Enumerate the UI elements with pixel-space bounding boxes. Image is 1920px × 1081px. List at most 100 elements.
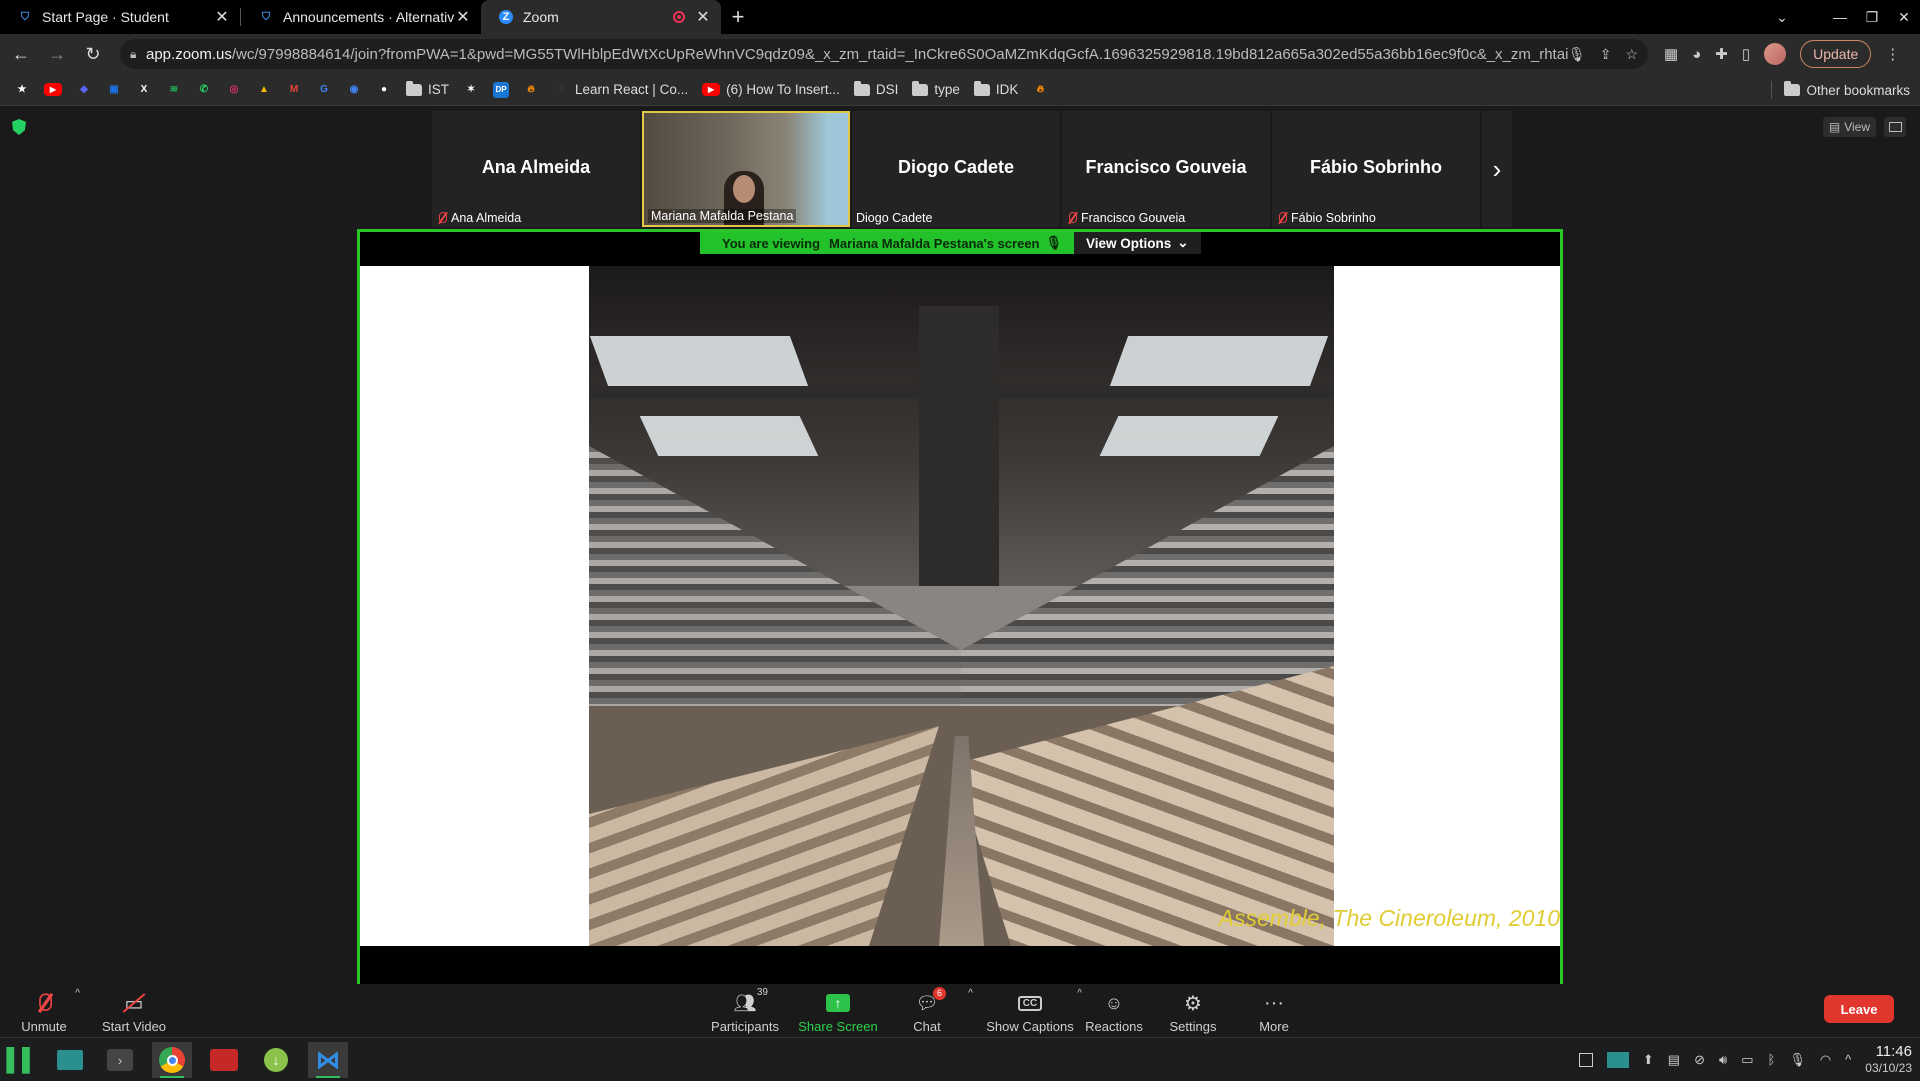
- close-window-icon[interactable]: ✕: [1888, 0, 1920, 34]
- side-panel-icon[interactable]: ▯: [1742, 45, 1750, 63]
- back-icon[interactable]: ←: [6, 39, 36, 69]
- microphone-icon[interactable]: 🎙︎: [1568, 46, 1586, 63]
- extension-icon[interactable]: ◕: [1692, 46, 1701, 63]
- tab-start-page[interactable]: ⛉ Start Page · Student ✕: [0, 0, 240, 34]
- bookmark-item[interactable]: X: [136, 82, 152, 98]
- bluetooth-icon[interactable]: ᛒ: [1768, 1052, 1776, 1067]
- bookmark-item[interactable]: ◎: [226, 82, 242, 98]
- tab-announcements[interactable]: ⛉ Announcements · Alternative ✕: [241, 0, 481, 34]
- more-button[interactable]: ··· More: [1234, 986, 1314, 1035]
- encryption-shield-icon[interactable]: [12, 119, 26, 135]
- participant-tile[interactable]: Fábio Sobrinho Fábio Sobrinho: [1272, 111, 1480, 227]
- download-icon[interactable]: ↓: [256, 1042, 296, 1078]
- start-video-button[interactable]: ▭ Start Video: [94, 986, 174, 1035]
- close-tab-icon[interactable]: ✕: [214, 7, 230, 27]
- participant-tile[interactable]: Diogo Cadete Diogo Cadete: [852, 111, 1060, 227]
- bookmark-item[interactable]: type: [912, 80, 960, 97]
- unmute-button[interactable]: ^ Unmute: [4, 986, 84, 1034]
- chevron-up-icon[interactable]: ^: [1845, 1052, 1851, 1067]
- menu-icon[interactable]: ⋮: [1885, 45, 1900, 63]
- show-captions-button[interactable]: CC ^ Show Captions: [980, 986, 1082, 1034]
- view-button[interactable]: ▤ View: [1822, 117, 1876, 137]
- participant-tile-active-speaker[interactable]: Mariana Mafalda Pestana: [642, 111, 850, 227]
- reload-icon[interactable]: ↻: [78, 39, 108, 69]
- caret-up-icon[interactable]: ^: [968, 988, 973, 999]
- bookmark-item[interactable]: 🔥︎: [1032, 82, 1048, 98]
- chat-button[interactable]: 💬︎ 6 ^ Chat: [887, 986, 973, 1034]
- participant-tile[interactable]: Ana Almeida Ana Almeida: [432, 111, 640, 227]
- extension-icon[interactable]: ▦: [1664, 45, 1678, 63]
- volume-icon[interactable]: 🔊︎: [1719, 1052, 1727, 1068]
- bookmark-item[interactable]: ✆: [196, 82, 212, 98]
- bookmark-item[interactable]: ⚛ Learn React | Co...: [553, 82, 689, 98]
- bookmark-item[interactable]: DP: [493, 81, 510, 98]
- viewing-text: You are viewing Mariana Mafalda Pestana'…: [700, 232, 1075, 254]
- reactions-button[interactable]: ☺︎ Reactions: [1074, 986, 1154, 1035]
- bookmark-item[interactable]: ★: [14, 82, 30, 98]
- bookmark-item[interactable]: ▶ (6) How To Insert...: [702, 82, 840, 97]
- bookmark-item[interactable]: ▶: [44, 83, 62, 96]
- clipboard-icon[interactable]: ▤: [1668, 1052, 1680, 1068]
- settings-button[interactable]: ⚙︎ Settings: [1153, 986, 1233, 1035]
- tab-zoom[interactable]: Z Zoom ✕: [481, 0, 721, 34]
- unmute-label: Unmute: [21, 1019, 67, 1034]
- other-bookmarks[interactable]: Other bookmarks: [1771, 74, 1910, 106]
- participant-tile[interactable]: Francisco Gouveia Francisco Gouveia: [1062, 111, 1270, 227]
- vscode-icon[interactable]: ⋈: [308, 1042, 348, 1078]
- close-tab-icon[interactable]: ✕: [455, 7, 471, 27]
- restore-icon[interactable]: ❐: [1856, 0, 1888, 34]
- participant-strip: Ana Almeida Ana Almeida Mariana Mafalda …: [432, 111, 1512, 227]
- bookmark-item[interactable]: 🔥︎: [523, 82, 539, 98]
- bookmark-item[interactable]: M: [286, 82, 302, 98]
- terminal-icon[interactable]: ›: [100, 1042, 140, 1078]
- bookmark-item[interactable]: IST: [406, 80, 449, 97]
- puzzle-icon[interactable]: ✚: [1715, 45, 1728, 63]
- leave-button[interactable]: Leave: [1824, 995, 1894, 1023]
- show-desktop-icon[interactable]: [1578, 1052, 1593, 1067]
- bookmark-item[interactable]: ◉: [346, 82, 362, 98]
- next-participants-icon[interactable]: ›: [1482, 111, 1512, 227]
- bookmark-item[interactable]: ✶: [463, 82, 479, 98]
- bookmark-item[interactable]: ≋: [166, 82, 182, 98]
- start-video-label: Start Video: [101, 1019, 167, 1034]
- bookmark-item[interactable]: ▣: [106, 82, 122, 98]
- wifi-icon[interactable]: ◠: [1820, 1052, 1831, 1068]
- bookmark-item[interactable]: ●: [376, 82, 392, 98]
- update-button[interactable]: Update: [1800, 40, 1872, 68]
- bookmark-item[interactable]: ◆: [76, 82, 92, 98]
- participant-label: Mariana Mafalda Pestana: [648, 209, 797, 223]
- chrome-icon: ◉: [349, 84, 359, 95]
- participants-button[interactable]: 👥︎ 39 Participants: [705, 986, 785, 1034]
- participant-name: Fábio Sobrinho: [1291, 211, 1376, 225]
- url-text[interactable]: app.zoom.us/wc/97998884614/join?fromPWA=…: [146, 46, 1568, 63]
- microphone-icon[interactable]: 🎙︎: [1789, 1052, 1806, 1068]
- updates-icon[interactable]: ⬆︎: [1643, 1052, 1654, 1068]
- bookmark-item[interactable]: IDK: [973, 80, 1018, 97]
- bookmark-item[interactable]: DSI: [853, 80, 898, 97]
- share-icon[interactable]: ⇪: [1600, 46, 1612, 63]
- start-menu-icon[interactable]: ▌▌: [2, 1042, 42, 1078]
- forward-icon[interactable]: →: [42, 39, 72, 69]
- participant-name: Ana Almeida: [451, 211, 522, 225]
- battery-icon[interactable]: ▭: [1741, 1052, 1753, 1068]
- tab-search-icon[interactable]: ⌄: [1766, 0, 1798, 34]
- fullscreen-icon[interactable]: [1884, 117, 1906, 137]
- share-screen-button[interactable]: ↑ Share Screen: [798, 986, 878, 1034]
- participants-label: Participants: [711, 1019, 779, 1034]
- caret-up-icon[interactable]: ^: [75, 988, 80, 999]
- network-off-icon[interactable]: ⊘: [1694, 1052, 1705, 1068]
- new-tab-button[interactable]: +: [721, 0, 755, 34]
- profile-avatar[interactable]: [1764, 43, 1787, 65]
- view-options-button[interactable]: View Options ⌄: [1074, 232, 1201, 254]
- chrome-icon[interactable]: [152, 1042, 192, 1078]
- bookmark-star-icon[interactable]: ☆: [1625, 46, 1638, 63]
- files-icon[interactable]: [50, 1042, 90, 1078]
- bookmark-item[interactable]: ▲: [256, 82, 272, 98]
- close-tab-icon[interactable]: ✕: [695, 7, 711, 27]
- address-bar[interactable]: 🔒︎ app.zoom.us/wc/97998884614/join?fromP…: [120, 39, 1648, 69]
- app-icon[interactable]: [204, 1042, 244, 1078]
- minimize-icon[interactable]: —: [1824, 0, 1856, 34]
- workspace-icon[interactable]: [1606, 1051, 1629, 1068]
- clock[interactable]: 11:46 03/10/23: [1865, 1043, 1912, 1076]
- bookmark-item[interactable]: G: [316, 82, 332, 98]
